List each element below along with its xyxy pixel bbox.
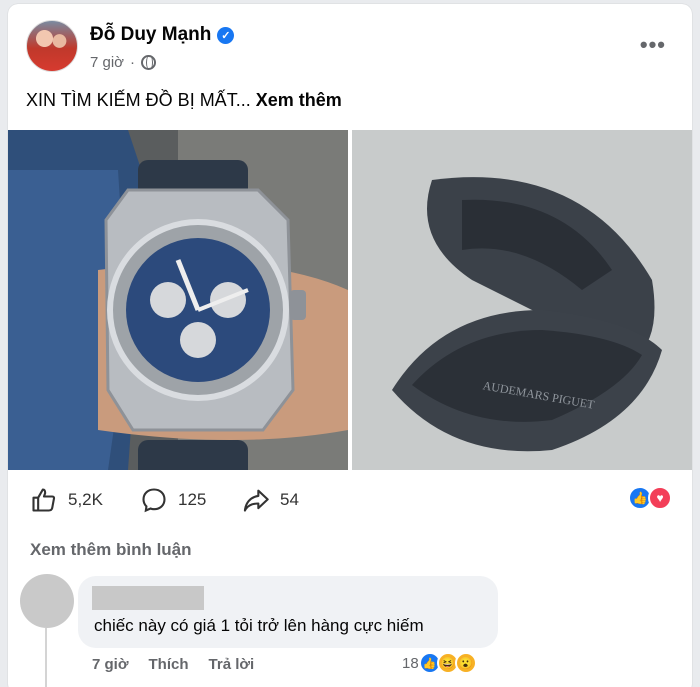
comment-time[interactable]: 7 giờ <box>92 656 129 673</box>
comment-like-button[interactable]: Thích <box>149 656 189 673</box>
post-body: XIN TÌM KIẾM ĐỒ BỊ MẤT... <box>26 90 251 110</box>
comment-thread-line <box>45 628 47 687</box>
globe-icon <box>141 55 157 70</box>
verified-badge-icon: ✓ <box>217 26 235 44</box>
comment-reactions[interactable]: 18 👍 😆 😮 <box>402 652 477 674</box>
comment-count: 125 <box>178 490 207 509</box>
commenter-avatar[interactable] <box>20 574 74 628</box>
commenter-name-redacted <box>92 586 204 610</box>
watch-photo[interactable] <box>8 130 348 470</box>
author-avatar[interactable] <box>26 20 78 72</box>
dot-separator: · <box>130 54 136 71</box>
comment-icon <box>142 488 166 513</box>
like-button[interactable]: 5,2K <box>30 486 103 514</box>
post-time[interactable]: 7 giờ <box>90 54 124 71</box>
photo-grid: AUDEMARS PIGUET <box>8 130 692 470</box>
post-reactions[interactable]: 👍 ♥ <box>628 486 672 510</box>
share-button[interactable]: 54 <box>242 486 299 514</box>
love-reaction-icon: ♥ <box>648 486 672 510</box>
see-more-link[interactable]: Xem thêm <box>256 90 342 110</box>
comment-text: chiếc này có giá 1 tỏi trở lên hàng cực … <box>94 616 424 635</box>
post-meta: 7 giờ · <box>90 54 157 71</box>
comment-reply-button[interactable]: Trả lời <box>209 656 255 673</box>
share-count: 54 <box>280 490 299 509</box>
pouch-photo[interactable]: AUDEMARS PIGUET <box>352 130 692 470</box>
view-more-comments-link[interactable]: Xem thêm bình luận <box>30 540 192 560</box>
comment-bubble: chiếc này có giá 1 tỏi trở lên hàng cực … <box>78 576 498 648</box>
comment-actions: 7 giờ Thích Trả lời <box>92 656 254 673</box>
author-name[interactable]: Đỗ Duy Mạnh <box>90 24 211 46</box>
post-card: Đỗ Duy Mạnh ✓ 7 giờ · ••• XIN TÌM KIẾM Đ… <box>8 4 692 687</box>
post-text: XIN TÌM KIẾM ĐỒ BỊ MẤT... Xem thêm <box>26 90 342 111</box>
more-options-icon[interactable]: ••• <box>640 32 666 58</box>
comment-button[interactable]: 125 <box>140 486 206 514</box>
like-count: 5,2K <box>68 490 103 509</box>
author-name-row: Đỗ Duy Mạnh ✓ <box>90 24 235 46</box>
comment-reaction-count: 18 <box>402 654 419 672</box>
post-action-bar: 5,2K 125 54 <box>8 480 692 520</box>
wow-reaction-icon: 😮 <box>454 652 477 674</box>
like-icon <box>32 488 56 512</box>
share-icon <box>243 489 269 512</box>
